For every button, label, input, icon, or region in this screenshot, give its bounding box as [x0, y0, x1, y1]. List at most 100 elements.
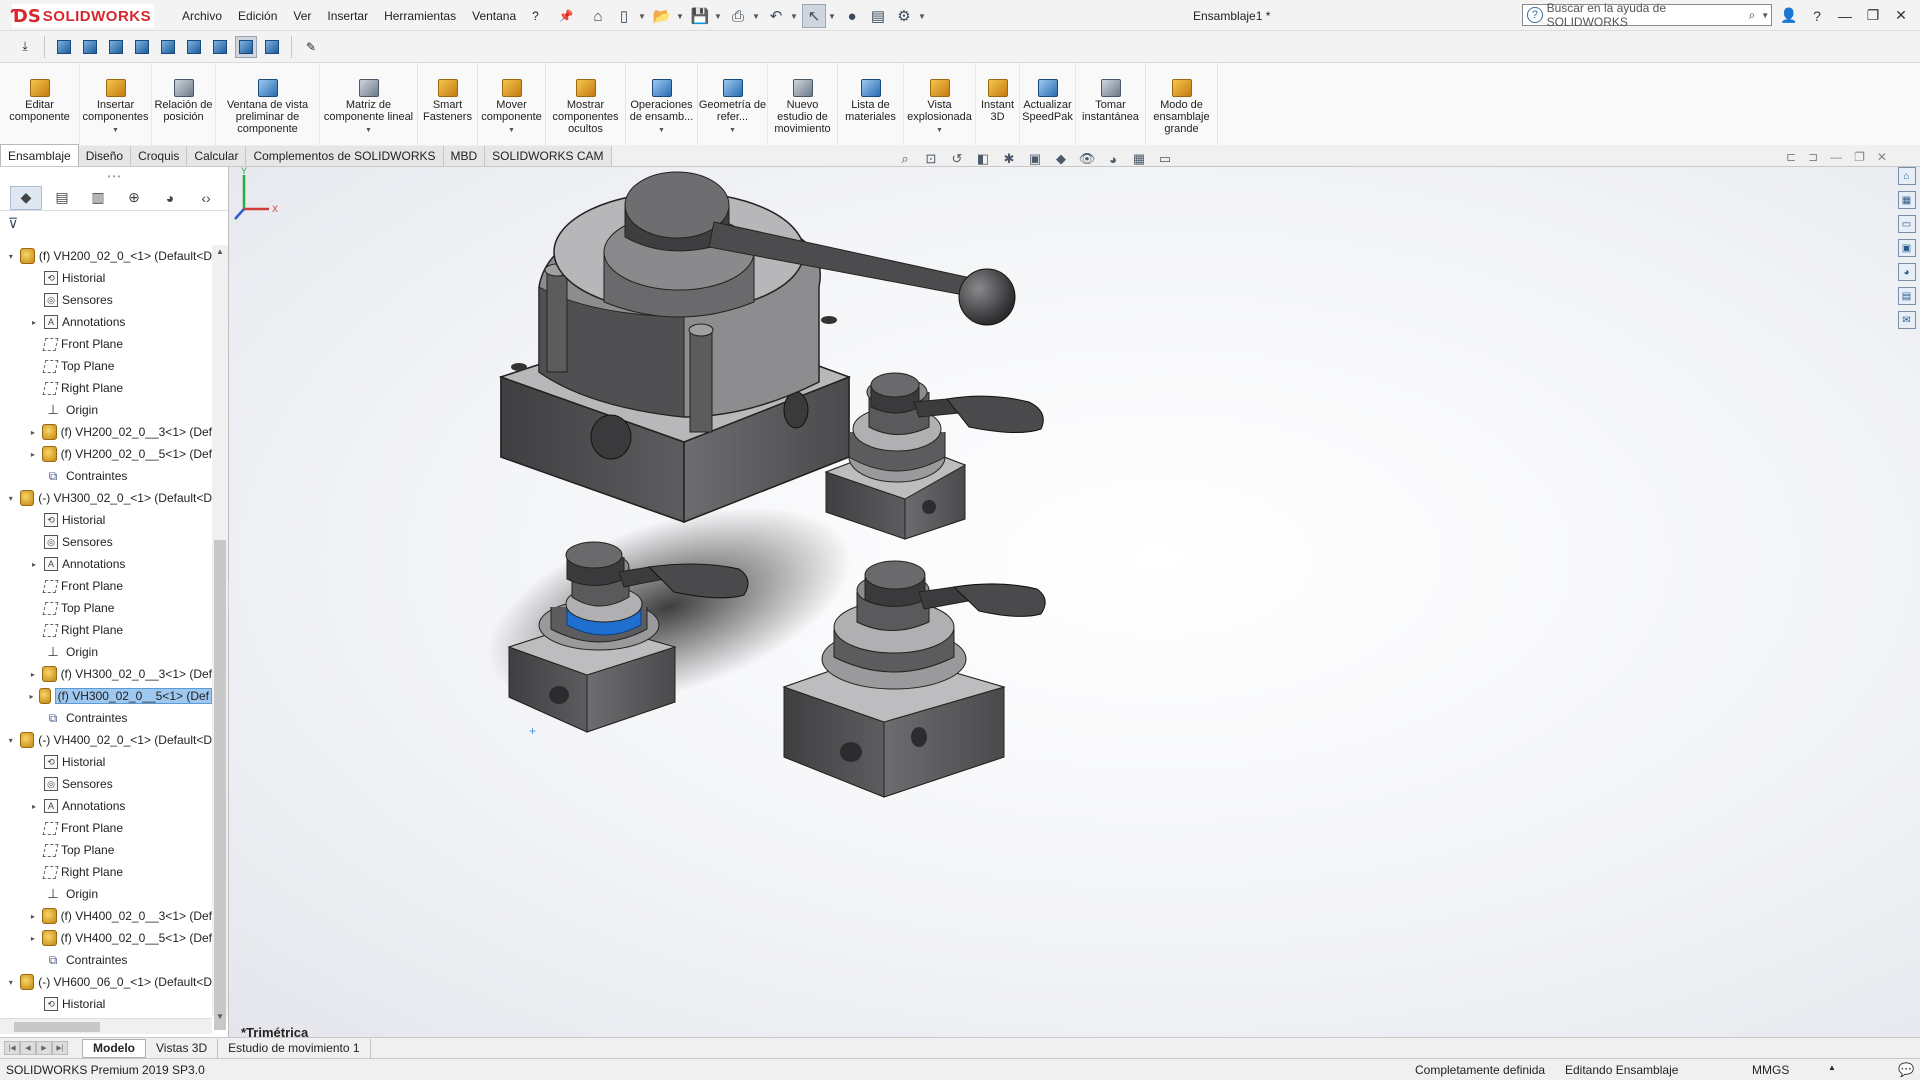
user-icon[interactable]: 👤: [1780, 7, 1798, 24]
tree-node[interactable]: ◎ Sensores: [0, 531, 212, 553]
scroll-down-icon[interactable]: ▼: [212, 1012, 228, 1021]
ribbon-button-7[interactable]: Mostrar componentes ocultos: [546, 63, 626, 145]
tree-node[interactable]: ◎ Sensores: [0, 773, 212, 795]
command-tab-1[interactable]: Diseño: [78, 146, 132, 166]
command-tab-2[interactable]: Croquis: [131, 146, 188, 166]
viewport-close-icon[interactable]: ✕: [1877, 150, 1887, 164]
display-manager-tab-icon[interactable]: ◕: [154, 186, 186, 210]
hide-show-items-icon[interactable]: 👁: [1078, 151, 1096, 167]
tree-node[interactable]: ▸ (f) VH300_02_0__3<1> (Def: [0, 663, 212, 685]
help-search-box[interactable]: ? Buscar en la ayuda de SOLIDWORKS ⌕ ▼: [1522, 1, 1772, 29]
command-tab-0[interactable]: Ensamblaje: [0, 144, 79, 166]
save-icon[interactable]: 💾: [688, 4, 712, 28]
chevron-down-icon[interactable]: ▼: [936, 125, 943, 137]
tree-node[interactable]: ▸ A Annotations: [0, 795, 212, 817]
front-view-icon[interactable]: [53, 36, 75, 58]
chevron-down-icon[interactable]: ▼: [638, 12, 648, 21]
tree-node[interactable]: ⧉ Contraintes: [0, 949, 212, 971]
tree-node[interactable]: ▸ (f) VH400_02_0__3<1> (Def: [0, 905, 212, 927]
ribbon-button-14[interactable]: Actualizar SpeedPak: [1020, 63, 1076, 145]
ribbon-button-2[interactable]: Relación de posición: [152, 63, 216, 145]
display-style-icon[interactable]: ◆: [1052, 151, 1070, 167]
tabs-scroll-icon[interactable]: ‹›: [190, 186, 222, 210]
bottom-view-icon[interactable]: [183, 36, 205, 58]
chevron-down-icon[interactable]: ▼: [658, 125, 665, 137]
expand-toggle-icon[interactable]: ▾: [6, 494, 16, 503]
ribbon-button-13[interactable]: Instant 3D: [976, 63, 1020, 145]
command-tab-4[interactable]: Complementos de SOLIDWORKS: [246, 146, 444, 166]
ribbon-button-11[interactable]: Lista de materiales: [838, 63, 904, 145]
tree-node[interactable]: ⟲ Historial: [0, 267, 212, 289]
forum-icon[interactable]: ✉: [1897, 311, 1916, 329]
configuration-manager-tab-icon[interactable]: ▥: [82, 186, 114, 210]
tree-node[interactable]: ⧉ Contraintes: [0, 465, 212, 487]
new-document-icon[interactable]: ▯: [612, 4, 636, 28]
file-explorer-icon[interactable]: ▭: [1897, 215, 1916, 233]
edit-appearance-icon[interactable]: ◕: [1104, 151, 1122, 167]
chevron-down-icon[interactable]: ▼: [790, 12, 800, 21]
view-settings-icon[interactable]: ▭: [1156, 151, 1174, 167]
property-manager-tab-icon[interactable]: ▤: [46, 186, 78, 210]
tree-node[interactable]: Front Plane: [0, 333, 212, 355]
collapse-right-icon[interactable]: ⊐: [1808, 150, 1818, 164]
left-view-icon[interactable]: [105, 36, 127, 58]
previous-view-icon[interactable]: ↺: [948, 151, 966, 167]
tree-node[interactable]: ⧉ Contraintes: [0, 707, 212, 729]
traffic-light-rebuild-icon[interactable]: ●: [840, 4, 864, 28]
first-tab-icon[interactable]: |◀: [4, 1041, 20, 1055]
chevron-down-icon[interactable]: ▼: [508, 125, 515, 137]
tree-node[interactable]: ▾ (-) VH600_06_0_<1> (Default<D: [0, 971, 212, 993]
menu-item-6[interactable]: ?: [524, 9, 547, 23]
chevron-down-icon[interactable]: ▼: [918, 12, 928, 21]
model-tab-2[interactable]: Estudio de movimiento 1: [218, 1038, 371, 1058]
expand-toggle-icon[interactable]: ▸: [28, 802, 40, 811]
viewport-restore-icon[interactable]: ❐: [1854, 150, 1865, 164]
options-gear-icon[interactable]: ⚙: [892, 4, 916, 28]
expand-toggle-icon[interactable]: ▾: [6, 978, 16, 987]
tree-node[interactable]: ▸ (f) VH400_02_0__5<1> (Def: [0, 927, 212, 949]
menu-item-0[interactable]: Archivo: [174, 9, 230, 23]
assembly-render[interactable]: +: [229, 167, 1920, 1037]
menu-item-5[interactable]: Ventana: [464, 9, 524, 23]
viewport-minimize-icon[interactable]: —: [1830, 150, 1842, 164]
resources-icon[interactable]: ⌂: [1897, 167, 1916, 185]
ribbon-button-0[interactable]: Editar componente: [0, 63, 80, 145]
dimetric-view-icon[interactable]: [261, 36, 283, 58]
tree-node[interactable]: ⊥ Origin: [0, 883, 212, 905]
trimetric-view-icon[interactable]: [235, 35, 257, 58]
tree-vertical-scrollbar[interactable]: ▲ ▼: [212, 245, 228, 1030]
tree-node[interactable]: ▾ (f) VH200_02_0_<1> (Default<D: [0, 245, 212, 267]
home-icon[interactable]: ⌂: [586, 4, 610, 28]
ribbon-button-15[interactable]: Tomar instantánea: [1076, 63, 1146, 145]
chevron-down-icon[interactable]: ▼: [365, 125, 372, 137]
zoom-to-fit-icon[interactable]: ⌕: [896, 151, 914, 167]
tree-node[interactable]: ⊥ Origin: [0, 641, 212, 663]
ribbon-button-1[interactable]: Insertar componentes ▼: [80, 63, 152, 145]
chevron-down-icon[interactable]: ▼: [828, 12, 838, 21]
chevron-down-icon[interactable]: ▼: [752, 12, 762, 21]
ribbon-button-5[interactable]: Smart Fasteners: [418, 63, 478, 145]
panel-grip[interactable]: • • •: [0, 167, 228, 185]
chevron-down-icon[interactable]: ▼: [676, 12, 686, 21]
design-library-icon[interactable]: ▦: [1897, 191, 1916, 209]
help-menu-icon[interactable]: ?: [1808, 8, 1826, 24]
menu-item-3[interactable]: Insertar: [319, 9, 376, 23]
model-tab-0[interactable]: Modelo: [82, 1038, 146, 1058]
close-icon[interactable]: ✕: [1892, 7, 1910, 24]
solidworks-logo[interactable]: ƊS SOLIDWORKS: [12, 4, 154, 28]
command-tab-5[interactable]: MBD: [443, 146, 486, 166]
ribbon-button-9[interactable]: Geometría de refer... ▼: [698, 63, 768, 145]
expand-toggle-icon[interactable]: ▸: [28, 670, 38, 679]
view-orientation-icon[interactable]: ▣: [1026, 151, 1044, 167]
expand-toggle-icon[interactable]: ▸: [28, 912, 38, 921]
valve-vh400[interactable]: [824, 372, 1044, 540]
ribbon-button-4[interactable]: Matriz de componente lineal ▼: [320, 63, 418, 145]
command-tab-6[interactable]: SOLIDWORKS CAM: [485, 146, 612, 166]
tree-node[interactable]: Front Plane: [0, 817, 212, 839]
expand-toggle-icon[interactable]: ▸: [28, 692, 35, 701]
chevron-down-icon[interactable]: ▼: [1759, 11, 1771, 20]
ribbon-button-12[interactable]: Vista explosionada ▼: [904, 63, 976, 145]
print-icon[interactable]: ⎙: [726, 4, 750, 28]
tree-node[interactable]: Front Plane: [0, 575, 212, 597]
chevron-down-icon[interactable]: ▼: [112, 125, 119, 137]
